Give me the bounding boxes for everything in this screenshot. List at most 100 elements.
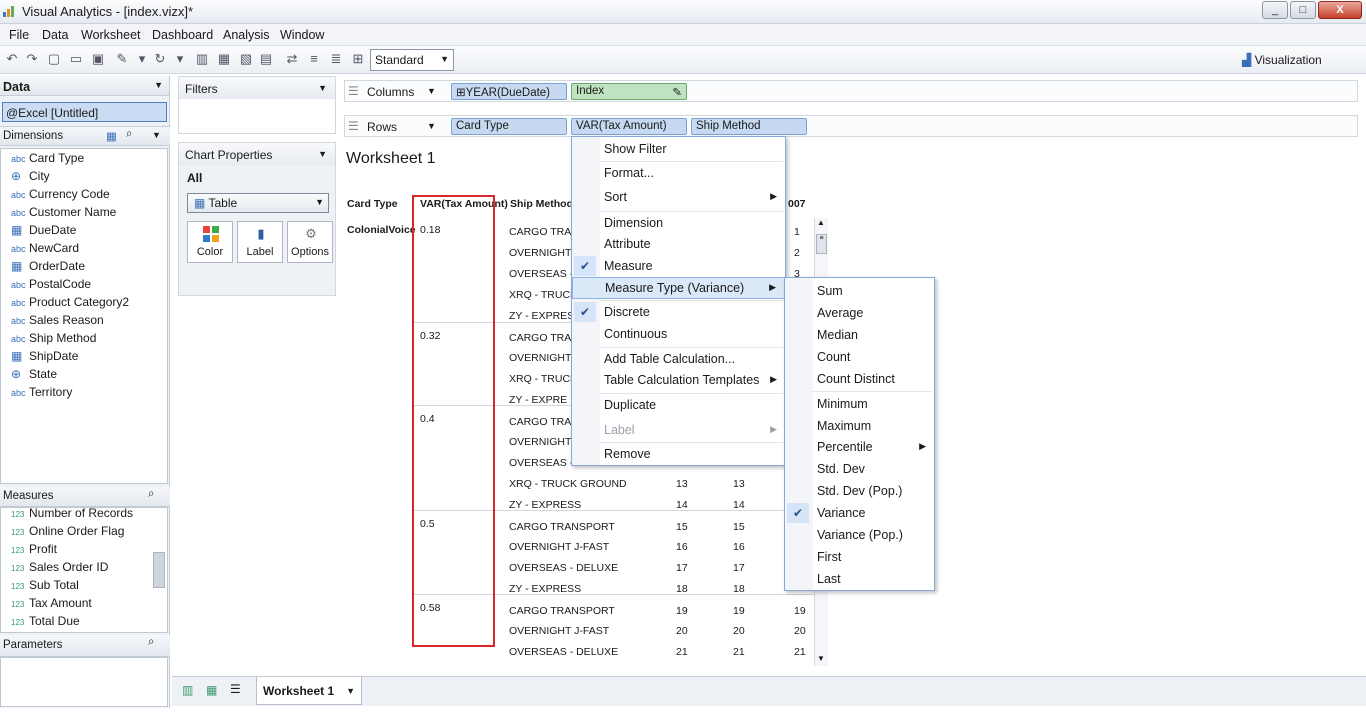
menu-item[interactable]: Table Calculation Templates ▶ (572, 370, 785, 392)
columns-shelf[interactable]: ☰ Columns ▼ ⊞YEAR(DueDate) Index ✎ (344, 80, 1358, 102)
expand-icon[interactable]: ⊞ (456, 87, 466, 99)
menu-window[interactable]: Window (280, 28, 324, 42)
search-icon[interactable]: ⌕ (148, 636, 154, 649)
chart-properties-all[interactable]: All (187, 171, 202, 185)
menu-item[interactable]: First (785, 547, 934, 569)
menu-item[interactable]: Duplicate (572, 395, 785, 417)
menu-worksheet[interactable]: Worksheet (81, 28, 141, 42)
menu-dashboard[interactable]: Dashboard (152, 28, 213, 42)
menu-item[interactable]: Std. Dev (785, 459, 934, 481)
search-icon[interactable]: ⌕ (148, 488, 154, 501)
refresh-icon[interactable]: ↻ (152, 51, 168, 67)
measure-item[interactable]: 123 Sales Order ID (11, 560, 108, 578)
menu-item[interactable]: Count (785, 347, 934, 369)
chevron-down-icon[interactable]: ▼ (346, 686, 355, 696)
pill-var-tax-amount[interactable]: VAR(Tax Amount) (571, 118, 687, 135)
menu-item[interactable]: Variance (Pop.) (785, 525, 934, 547)
menu-item[interactable]: Std. Dev (Pop.) (785, 481, 934, 503)
sheet-list-icon[interactable]: ☰ (230, 682, 241, 696)
sort-desc-icon[interactable]: ≣ (328, 51, 344, 67)
calc-icon[interactable]: ✎ (672, 85, 682, 99)
dimension-item[interactable]: abc Customer Name (11, 205, 116, 223)
menu-item[interactable]: Dimension (572, 213, 785, 235)
open-icon[interactable]: ▭ (68, 51, 84, 67)
new-icon[interactable]: ▢ (46, 51, 62, 67)
tab-worksheet-1[interactable]: Worksheet 1 ▼ (256, 677, 362, 705)
pill-card-type[interactable]: Card Type (451, 118, 567, 135)
menu-item[interactable]: Median (785, 325, 934, 347)
scroll-up-icon[interactable]: ▲ (817, 218, 825, 227)
table-view-icon[interactable]: ▦ (106, 129, 117, 143)
menu-item[interactable]: Remove (572, 444, 785, 466)
menu-item[interactable]: Continuous (572, 324, 785, 346)
scrollbar-thumb[interactable]: ≡ (816, 234, 827, 254)
dropdown-arrow-icon[interactable]: ▾ (172, 51, 188, 67)
menu-item[interactable]: Attribute (572, 234, 785, 256)
new-worksheet-icon[interactable]: ▥ (182, 683, 193, 697)
sort-asc-icon[interactable]: ≡ (306, 51, 322, 67)
chevron-down-icon[interactable]: ▼ (427, 121, 436, 131)
dimension-item[interactable]: abc Card Type (11, 151, 84, 169)
menu-file[interactable]: File (9, 28, 29, 42)
new-dashboard-icon[interactable]: ▦ (206, 683, 217, 697)
dimension-item[interactable]: abc Ship Method (11, 331, 96, 349)
redo-icon[interactable]: ↷ (24, 51, 40, 67)
rows-shelf[interactable]: ☰ Rows ▼ Card Type VAR(Tax Amount) Ship … (344, 115, 1358, 137)
pill-index[interactable]: Index ✎ (571, 83, 687, 100)
menu-item[interactable]: Format... (572, 163, 785, 185)
menu-item[interactable]: Sum (785, 281, 934, 303)
chart-icon[interactable]: ▤ (258, 51, 274, 67)
new-worksheet-icon[interactable]: ▥ (194, 51, 210, 67)
close-button[interactable]: X (1318, 1, 1362, 19)
chevron-down-icon[interactable]: ▼ (318, 83, 327, 93)
dropdown-arrow-icon[interactable]: ▾ (134, 51, 150, 67)
visualization-button[interactable]: ▟ Visualization (1230, 49, 1360, 71)
save-icon[interactable]: ▣ (90, 51, 106, 67)
menu-item[interactable]: Average (785, 303, 934, 325)
measure-item[interactable]: 123 Total Due (11, 614, 80, 632)
maximize-button[interactable]: □ (1290, 1, 1316, 19)
view-mode-select[interactable]: Standard ▼ (370, 49, 454, 71)
chevron-down-icon[interactable]: ▼ (152, 130, 161, 140)
data-connection[interactable]: @Excel [Untitled] (2, 102, 167, 122)
menu-item[interactable]: Last (785, 569, 934, 591)
measure-item[interactable]: 123 Online Order Flag (11, 524, 124, 542)
measure-item[interactable]: 123 Sub Total (11, 578, 79, 596)
menu-item[interactable]: ✔ Variance (785, 503, 934, 525)
dimension-item[interactable]: ⊕ City (11, 169, 50, 187)
dimension-item[interactable]: ⊕ State (11, 367, 57, 385)
scroll-down-icon[interactable]: ▼ (817, 654, 825, 663)
menu-item[interactable]: Count Distinct (785, 369, 934, 391)
menu-item[interactable]: Measure Type (Variance) ▶ (572, 277, 785, 299)
menu-analysis[interactable]: Analysis (223, 28, 270, 42)
measure-item[interactable]: 123 Number of Records (11, 508, 133, 524)
connect-icon[interactable]: ✎ (114, 51, 130, 67)
measure-item[interactable]: 123 Profit (11, 542, 57, 560)
measure-item[interactable]: 123 Tax Amount (11, 596, 92, 614)
pill-year-duedate[interactable]: ⊞YEAR(DueDate) (451, 83, 567, 100)
menu-item[interactable]: ✔ Discrete (572, 302, 785, 324)
color-button[interactable]: Color (187, 221, 233, 263)
dimension-item[interactable]: abc Territory (11, 385, 72, 403)
chart-type-select[interactable]: ▦ Table ▼ (187, 193, 329, 213)
menu-item[interactable]: Maximum (785, 416, 934, 438)
scrollbar-thumb[interactable] (153, 552, 165, 588)
dimension-item[interactable]: abc Sales Reason (11, 313, 104, 331)
minimize-button[interactable]: _ (1262, 1, 1288, 19)
dimension-item[interactable]: ▦ ShipDate (11, 349, 78, 367)
label-button[interactable]: ▮ Label (237, 221, 283, 263)
menu-item[interactable]: Show Filter (572, 139, 785, 161)
menu-item[interactable]: Add Table Calculation... (572, 349, 785, 371)
options-button[interactable]: ⚙ Options (287, 221, 333, 263)
search-icon[interactable]: ⌕ (126, 128, 132, 141)
dimension-item[interactable]: abc NewCard (11, 241, 79, 259)
menu-item[interactable]: Minimum (785, 394, 934, 416)
duplicate-worksheet-icon[interactable]: ▦ (216, 51, 232, 67)
dimension-item[interactable]: ▦ OrderDate (11, 259, 85, 277)
fit-icon[interactable]: ⊞ (350, 51, 366, 67)
chevron-down-icon[interactable]: ▼ (427, 86, 436, 96)
chevron-down-icon[interactable]: ▼ (318, 149, 327, 159)
dimension-item[interactable]: abc Product Category2 (11, 295, 129, 313)
undo-icon[interactable]: ↶ (4, 51, 20, 67)
dimension-item[interactable]: abc Currency Code (11, 187, 110, 205)
